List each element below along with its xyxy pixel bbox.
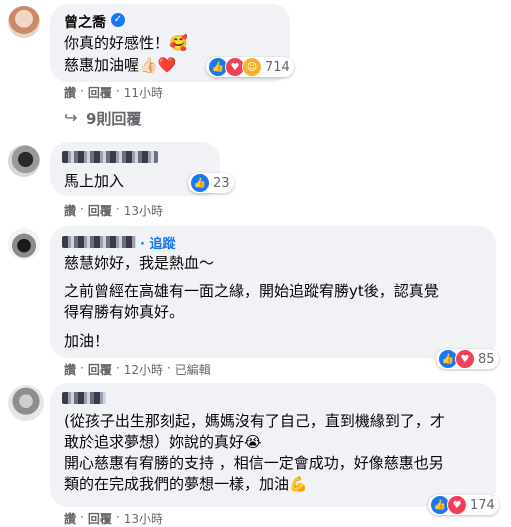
like-button[interactable]: 讚 (64, 510, 76, 527)
reactions-summary[interactable]: 👍 ♥ 85 (436, 349, 499, 369)
comment-author[interactable]: 曾之喬 (64, 12, 106, 32)
comment-text-line: (從孩子出生那刻起，媽媽沒有了自己，直到機緣到了，才 (64, 412, 445, 430)
avatar[interactable] (8, 6, 40, 38)
comment-text-line: 加油！ (64, 332, 110, 350)
edited-label: 已編輯 (174, 363, 211, 377)
avatar[interactable] (8, 145, 40, 177)
view-replies-link[interactable]: 9則回覆 (86, 108, 141, 129)
comment-text-line: 得宥勝有妳真好。 (64, 303, 185, 321)
comment-text-line: 之前曾經在高雄有一面之緣，開始追蹤宥勝yt後，認真覺 (64, 282, 439, 300)
reply-arrow-icon: ↪ (64, 108, 78, 127)
reaction-count: 85 (478, 351, 495, 367)
comment-actions: 讚 · 回覆 · 13小時 (64, 202, 163, 219)
care-reaction-icon: ☺ (242, 57, 262, 77)
comment-timestamp[interactable]: 12小時 (124, 361, 163, 378)
follow-label: 追蹤 (149, 237, 176, 252)
comment-actions: 讚 · 回覆 · 12小時 · 已編輯 (64, 361, 211, 378)
comment-author-redacted[interactable] (62, 151, 158, 163)
follow-link[interactable]: · 追蹤 (140, 233, 175, 252)
reaction-count: 174 (470, 497, 495, 513)
comment-timestamp[interactable]: 13小時 (124, 510, 163, 527)
like-button[interactable]: 讚 (64, 202, 76, 219)
like-reaction-icon: 👍 (190, 173, 210, 193)
comment-text-line: 馬上加入 (64, 172, 125, 190)
reply-button[interactable]: 回覆 (88, 510, 112, 527)
reaction-count: 23 (213, 175, 230, 191)
love-reaction-icon: ♥ (447, 495, 467, 515)
reactions-summary[interactable]: 👍 23 (188, 173, 234, 193)
comment-text-line: 類的在完成我們的夢想一樣，加油💪 (64, 475, 308, 493)
verified-badge-icon: ✓ (111, 13, 125, 27)
comment-author-redacted[interactable] (62, 392, 106, 404)
reply-button[interactable]: 回覆 (88, 202, 112, 219)
reply-button[interactable]: 回覆 (88, 361, 112, 378)
avatar[interactable] (8, 385, 44, 421)
comment-timestamp[interactable]: 13小時 (124, 202, 163, 219)
comment-text-line: 你真的好感性！🥰 (64, 34, 188, 52)
comment-actions: 讚 · 回覆 · 13小時 (64, 510, 163, 527)
comment-text-line: 慈惠加油喔👍🏻❤️ (64, 56, 177, 74)
avatar[interactable] (8, 228, 40, 260)
love-reaction-icon: ♥ (455, 349, 475, 369)
reply-button[interactable]: 回覆 (88, 84, 112, 101)
like-button[interactable]: 讚 (64, 84, 76, 101)
comment-text-line: 開心慈惠有宥勝的支持 ，相信一定會成功，好像慈惠也另 (64, 454, 444, 472)
like-button[interactable]: 讚 (64, 361, 76, 378)
reactions-summary[interactable]: 👍 ♥ 174 (428, 495, 499, 515)
comment-text-line: 敢於追求夢想）妳說的真好😭 (64, 433, 262, 451)
comment-actions: 讚 · 回覆 · 11小時 (64, 84, 163, 101)
comment-author-redacted[interactable] (62, 236, 136, 248)
reactions-summary[interactable]: 👍 ♥ ☺ 714 (206, 57, 294, 77)
comment-text-line: 慈慧妳好，我是熱血～ (64, 254, 215, 272)
reaction-count: 714 (265, 59, 290, 75)
comment-timestamp[interactable]: 11小時 (124, 84, 163, 101)
